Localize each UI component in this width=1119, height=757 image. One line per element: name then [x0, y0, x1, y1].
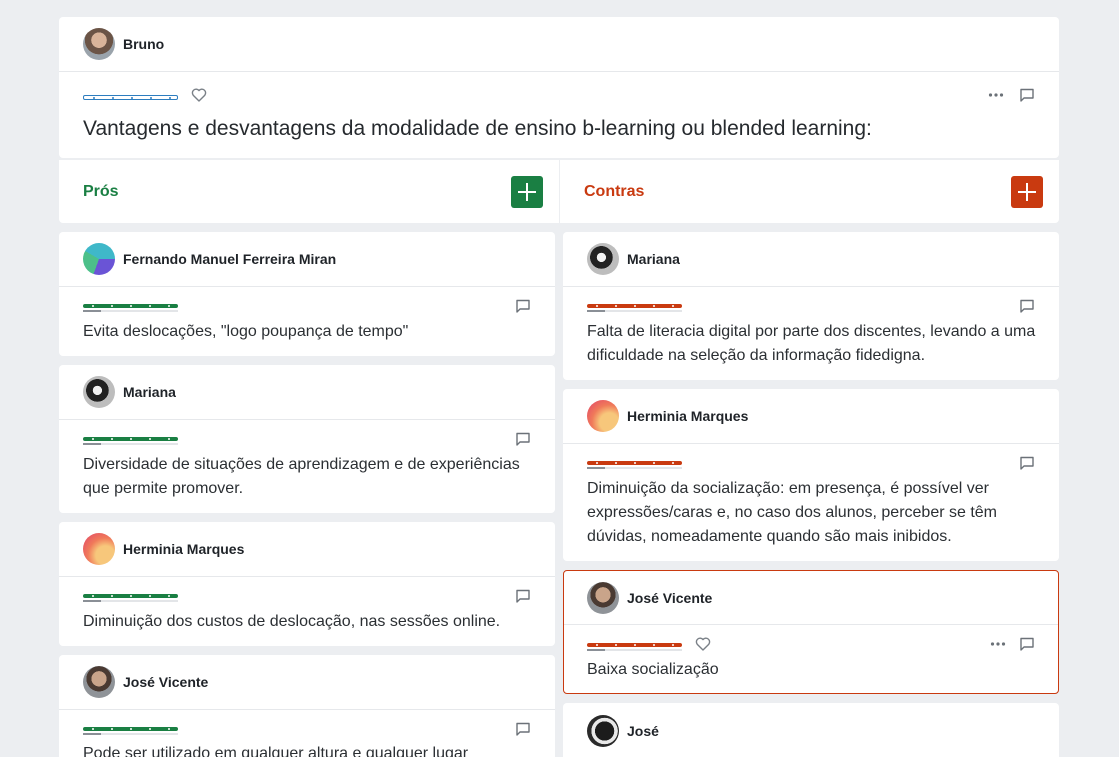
item-header: José Vicente — [59, 655, 555, 710]
author-name: Fernando Manuel Ferreira Miran — [123, 251, 337, 267]
author-name: Bruno — [123, 36, 165, 52]
more-icon[interactable] — [988, 87, 1004, 103]
comment-icon[interactable] — [515, 298, 531, 314]
avatar[interactable] — [83, 376, 115, 408]
avatar[interactable] — [587, 714, 619, 747]
con-item[interactable]: José — [563, 703, 1059, 757]
cons-column-header: Contras — [560, 160, 1059, 223]
rating-bar[interactable] — [83, 437, 178, 445]
item-text: Diversidade de situações de aprendizagem… — [83, 456, 520, 497]
comment-icon[interactable] — [515, 431, 531, 447]
avatar[interactable] — [83, 533, 115, 565]
comment-icon[interactable] — [1019, 455, 1035, 471]
avatar[interactable] — [83, 28, 115, 60]
pro-item[interactable]: Herminia Marques Diminuição dos custos d… — [59, 522, 555, 646]
rating-bar[interactable] — [587, 304, 682, 312]
avatar[interactable] — [587, 581, 619, 614]
rating-bar[interactable] — [83, 727, 178, 735]
con-item[interactable]: Mariana Falta de literacia digital por p… — [563, 232, 1059, 380]
topic-title: Vantagens e desvantagens da modalidade d… — [83, 117, 872, 140]
item-text: Pode ser utilizado em qualquer altura e … — [83, 745, 469, 757]
avatar[interactable] — [587, 400, 619, 432]
add-con-button[interactable] — [1011, 176, 1043, 208]
item-text: Evita deslocações, "logo poupança de tem… — [83, 323, 409, 340]
more-icon[interactable] — [990, 636, 1006, 652]
cons-title: Contras — [584, 182, 645, 200]
comment-icon[interactable] — [1019, 636, 1035, 652]
rating-bar[interactable] — [83, 594, 178, 602]
comment-icon[interactable] — [1019, 298, 1035, 314]
pros-title: Prós — [83, 182, 119, 200]
pros-column-header: Prós — [59, 160, 559, 223]
item-text: Falta de literacia digital por parte dos… — [587, 323, 1036, 364]
pro-item[interactable]: Mariana Diversidade de situações de apre… — [59, 365, 555, 513]
rating-bar[interactable] — [83, 304, 178, 312]
item-header: Herminia Marques — [563, 389, 1059, 444]
con-item[interactable]: Herminia Marques Diminuição da socializa… — [563, 389, 1059, 561]
author-name: Mariana — [627, 251, 680, 267]
avatar[interactable] — [587, 243, 619, 275]
item-header: José Vicente — [564, 571, 1058, 625]
item-header: Herminia Marques — [59, 522, 555, 577]
rating-bar[interactable] — [587, 643, 682, 651]
item-header: José — [563, 703, 1059, 757]
pro-item[interactable]: Fernando Manuel Ferreira Miran Evita des… — [59, 232, 555, 356]
comment-icon[interactable] — [515, 588, 531, 604]
author-name: Mariana — [123, 384, 176, 400]
item-text: Baixa socialização — [587, 661, 719, 678]
item-header: Mariana — [563, 232, 1059, 287]
heart-icon[interactable] — [191, 87, 207, 103]
heart-icon[interactable] — [695, 636, 711, 652]
pro-item[interactable]: José Vicente Pode ser utilizado em qualq… — [59, 655, 555, 757]
author-name: Herminia Marques — [627, 408, 749, 424]
avatar[interactable] — [83, 666, 115, 698]
author-name: José Vicente — [123, 674, 209, 690]
topic-author: Bruno — [59, 17, 1059, 72]
item-text: Diminuição dos custos de deslocação, nas… — [83, 613, 501, 630]
author-name: Herminia Marques — [123, 541, 245, 557]
comment-icon[interactable] — [515, 721, 531, 737]
rating-bar[interactable] — [83, 95, 178, 100]
item-header: Mariana — [59, 365, 555, 420]
con-item-selected[interactable]: José Vicente Baixa socialização — [563, 570, 1059, 694]
add-pro-button[interactable] — [511, 176, 543, 208]
comment-icon[interactable] — [1019, 87, 1035, 103]
author-name: José Vicente — [627, 589, 713, 606]
author-name: José — [627, 722, 659, 739]
avatar[interactable] — [83, 243, 115, 275]
rating-bar[interactable] — [587, 461, 682, 469]
item-header: Fernando Manuel Ferreira Miran — [59, 232, 555, 287]
topic-card: Bruno Vantagens e desvantagens da modali… — [59, 17, 1059, 158]
item-text: Diminuição da socialização: em presença,… — [587, 480, 997, 545]
